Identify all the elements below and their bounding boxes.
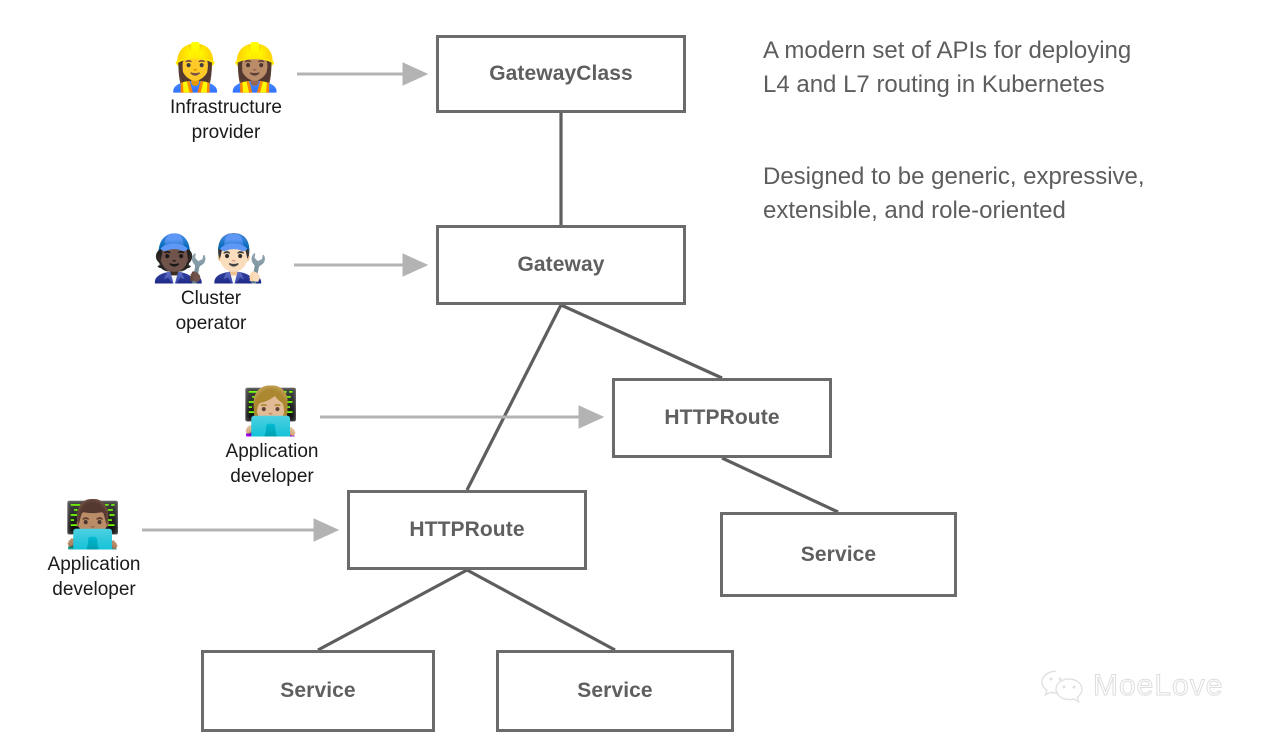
persona-application-developer-upper: 👩🏼‍💻 Application developer <box>214 384 330 488</box>
connector-httproute-left-service-bottom-left <box>317 568 468 652</box>
node-label-httproute-right: HTTPRoute <box>664 406 780 429</box>
persona-infrastructure-provider: 👷‍♀️👷🏽‍♀️ Infrastructure provider <box>150 40 302 144</box>
node-service-right[interactable]: Service <box>720 512 957 597</box>
diagram-canvas: GatewayClass Gateway HTTPRoute HTTPRoute… <box>0 0 1280 751</box>
persona-label-infrastructure-provider-line2: provider <box>191 122 261 143</box>
node-gateway[interactable]: Gateway <box>436 225 686 305</box>
persona-label-infrastructure-provider-line1: Infrastructure <box>170 97 282 118</box>
node-gatewayclass[interactable]: GatewayClass <box>436 35 686 113</box>
node-label-service-right: Service <box>800 542 877 566</box>
mechanic-icon: 🧑🏿‍🔧👨🏻‍🔧 <box>151 231 271 285</box>
construction-worker-icon: 👷‍♀️👷🏽‍♀️ <box>166 40 286 94</box>
annotation-modern-apis: A modern set of APIs for deploying L4 an… <box>763 34 1263 102</box>
node-service-bottom-right[interactable]: Service <box>496 650 734 732</box>
connector-gateway-httproute-left <box>465 304 563 491</box>
annotation-modern-apis-line1: A modern set of APIs for deploying <box>763 37 1132 64</box>
node-label-gateway: Gateway <box>517 253 605 276</box>
persona-label-cluster-operator-line1: Cluster <box>180 288 242 309</box>
annotation-modern-apis-line2: L4 and L7 routing in Kubernetes <box>763 71 1105 98</box>
watermark-text: MoeLove <box>1092 669 1224 702</box>
watermark: MoeLove <box>1040 668 1223 704</box>
wechat-icon <box>1041 670 1083 703</box>
connector-httproute-right-service-right <box>721 456 839 514</box>
persona-label-application-developer-lower-line2: developer <box>52 579 136 600</box>
node-httproute-left[interactable]: HTTPRoute <box>347 490 587 570</box>
persona-label-application-developer-upper-line1: Application <box>225 441 319 462</box>
connector-gateway-httproute-right <box>560 303 723 380</box>
connector-httproute-left-service-bottom-right <box>466 568 616 652</box>
persona-label-application-developer-upper-line2: developer <box>230 466 314 487</box>
node-label-gatewayclass: GatewayClass <box>489 62 633 85</box>
node-label-httproute-left: HTTPRoute <box>409 518 525 541</box>
annotation-design-goals: Designed to be generic, expressive, exte… <box>763 160 1263 228</box>
persona-cluster-operator: 🧑🏿‍🔧👨🏻‍🔧 Cluster operator <box>137 231 285 335</box>
annotation-design-goals-line2: extensible, and role-oriented <box>763 197 1066 224</box>
node-label-service-bottom-right: Service <box>577 679 653 702</box>
annotation-design-goals-line1: Designed to be generic, expressive, <box>763 163 1145 190</box>
node-httproute-right[interactable]: HTTPRoute <box>612 378 832 458</box>
persona-label-cluster-operator-line2: operator <box>175 313 247 334</box>
woman-technologist-icon: 👩🏼‍💻 <box>242 384 302 438</box>
persona-label-application-developer-lower-line1: Application <box>47 554 141 575</box>
node-label-service-bottom-left: Service <box>280 679 356 702</box>
persona-application-developer-lower: 👨🏽‍💻 Application developer <box>36 497 152 601</box>
node-service-bottom-left[interactable]: Service <box>201 650 435 732</box>
man-technologist-icon: 👨🏽‍💻 <box>64 497 124 551</box>
